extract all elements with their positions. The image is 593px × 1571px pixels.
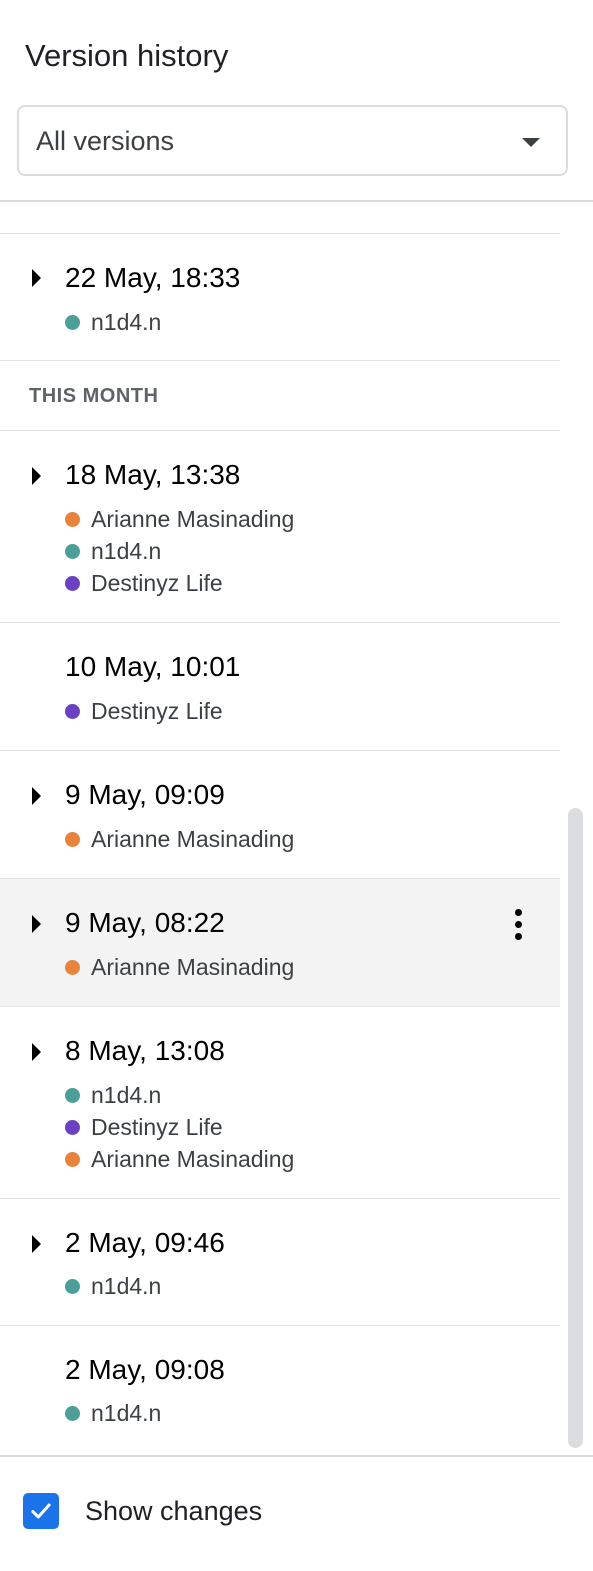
author-name: n1d4.n bbox=[91, 1273, 162, 1299]
author-name: n1d4.n bbox=[91, 538, 162, 564]
version-author: Destinyz Life bbox=[65, 1111, 223, 1143]
version-item[interactable]: 2 May, 09:08 n1d4.n bbox=[0, 1326, 560, 1454]
version-item[interactable]: 10 May, 10:01 Destinyz Life bbox=[0, 623, 560, 750]
version-author: n1d4.n bbox=[65, 1079, 161, 1111]
panel-title: Version history bbox=[25, 38, 229, 73]
version-author: Arianne Masinading bbox=[65, 951, 294, 983]
author-color-dot bbox=[65, 959, 80, 975]
show-changes-toggle[interactable]: Show changes bbox=[23, 1492, 262, 1530]
author-color-dot bbox=[65, 314, 80, 330]
more-options-button[interactable] bbox=[500, 904, 536, 944]
author-name: Destinyz Life bbox=[91, 570, 223, 596]
version-item[interactable]: 8 May, 13:08 n1d4.n Destinyz Life Ariann… bbox=[0, 1007, 560, 1198]
caret-down-icon bbox=[522, 138, 540, 147]
show-changes-label: Show changes bbox=[85, 1496, 263, 1526]
scrollbar-thumb[interactable] bbox=[568, 808, 583, 1448]
section-header-this-month: THIS MONTH bbox=[29, 385, 159, 407]
author-color-dot bbox=[65, 1405, 80, 1421]
version-item[interactable]: 22 May, 18:33 n1d4.n bbox=[0, 234, 560, 360]
version-timestamp: 22 May, 18:33 bbox=[65, 262, 241, 293]
more-vert-icon-dot bbox=[514, 920, 522, 928]
author-color-dot bbox=[65, 575, 80, 591]
version-filter-select[interactable]: All versions bbox=[17, 105, 568, 176]
version-item[interactable]: 18 May, 13:38 Arianne Masinading n1d4.n … bbox=[0, 431, 560, 622]
version-author: n1d4.n bbox=[65, 306, 161, 338]
version-timestamp: 18 May, 13:38 bbox=[65, 459, 241, 490]
author-name: n1d4.n bbox=[91, 309, 162, 335]
version-item[interactable]: 9 May, 09:09 Arianne Masinading bbox=[0, 751, 560, 878]
expand-arrow-icon[interactable] bbox=[32, 787, 41, 805]
author-color-dot bbox=[65, 1278, 80, 1294]
version-author: Destinyz Life bbox=[65, 567, 223, 599]
more-vert-icon bbox=[514, 908, 522, 916]
author-name: Arianne Masinading bbox=[91, 506, 295, 532]
author-name: n1d4.n bbox=[91, 1082, 162, 1108]
author-name: n1d4.n bbox=[91, 1400, 162, 1426]
version-author: Arianne Masinading bbox=[65, 503, 294, 535]
version-timestamp: 2 May, 09:46 bbox=[65, 1227, 225, 1258]
author-name: Destinyz Life bbox=[91, 1114, 223, 1140]
author-name: Arianne Masinading bbox=[91, 1146, 295, 1172]
version-timestamp: 10 May, 10:01 bbox=[65, 651, 241, 682]
author-color-dot bbox=[65, 543, 80, 559]
show-changes-checkbox[interactable] bbox=[23, 1493, 59, 1529]
version-author: Arianne Masinading bbox=[65, 1143, 294, 1175]
more-vert-icon-dot bbox=[514, 932, 522, 940]
footer-divider bbox=[0, 1455, 593, 1457]
expand-arrow-icon[interactable] bbox=[32, 1235, 41, 1253]
author-name: Arianne Masinading bbox=[91, 826, 295, 852]
version-list: 22 May, 18:33 n1d4.n THIS MONTH 18 May, … bbox=[0, 202, 593, 1455]
version-item-selected[interactable]: 9 May, 08:22 Arianne Masinading bbox=[0, 879, 560, 1006]
version-author: Destinyz Life bbox=[65, 695, 223, 727]
version-item[interactable]: 2 May, 09:46 n1d4.n bbox=[0, 1199, 560, 1325]
author-color-dot bbox=[65, 1087, 80, 1103]
expand-arrow-icon[interactable] bbox=[32, 915, 41, 933]
version-author: n1d4.n bbox=[65, 1270, 161, 1302]
version-history-panel: Version history All versions 22 May, 18:… bbox=[0, 0, 593, 1571]
expand-arrow-icon[interactable] bbox=[32, 269, 41, 287]
row-divider bbox=[0, 360, 560, 361]
author-name: Arianne Masinading bbox=[91, 954, 295, 980]
version-timestamp: 9 May, 09:09 bbox=[65, 779, 225, 810]
version-author: n1d4.n bbox=[65, 1397, 161, 1429]
author-color-dot bbox=[65, 703, 80, 719]
expand-arrow-icon[interactable] bbox=[32, 467, 41, 485]
version-timestamp: 2 May, 09:08 bbox=[65, 1354, 225, 1385]
author-color-dot bbox=[65, 831, 80, 847]
expand-arrow-icon[interactable] bbox=[32, 1043, 41, 1061]
version-timestamp: 9 May, 08:22 bbox=[65, 907, 225, 938]
author-color-dot bbox=[65, 511, 80, 527]
author-color-dot bbox=[65, 1119, 80, 1135]
author-color-dot bbox=[65, 1151, 80, 1167]
author-name: Destinyz Life bbox=[91, 698, 223, 724]
version-author: Arianne Masinading bbox=[65, 823, 294, 855]
version-author: n1d4.n bbox=[65, 535, 161, 567]
version-timestamp: 8 May, 13:08 bbox=[65, 1035, 225, 1066]
checkmark-icon bbox=[31, 1503, 51, 1519]
version-filter-value: All versions bbox=[36, 126, 175, 156]
